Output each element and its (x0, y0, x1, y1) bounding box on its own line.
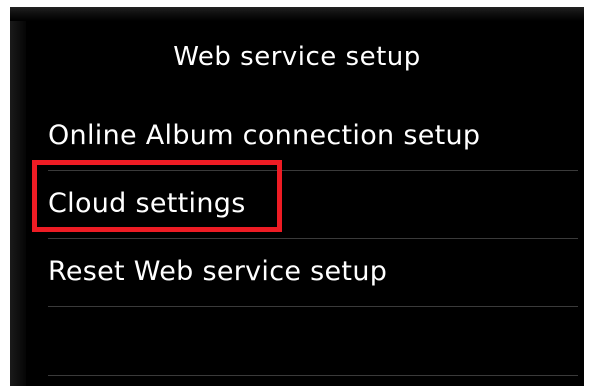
menu-divider (48, 238, 578, 239)
printer-lcd-screen: Web service setup Online Album connectio… (10, 7, 584, 386)
menu-divider (48, 306, 578, 307)
menu-divider (48, 375, 578, 376)
menu-item-cloud-settings[interactable]: Cloud settings (48, 177, 578, 231)
screen-title: Web service setup (173, 42, 421, 72)
menu-item-empty (48, 313, 578, 367)
menu-item-reset-web-service-setup[interactable]: Reset Web service setup (48, 245, 578, 299)
menu-divider (48, 170, 578, 171)
screen-bevel-top (10, 7, 584, 21)
menu-item-online-album-connection-setup[interactable]: Online Album connection setup (48, 109, 578, 163)
